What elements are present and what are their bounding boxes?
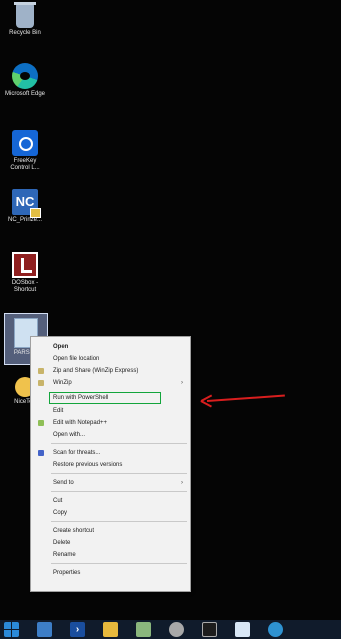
menu-restore-previous-versions[interactable]: Restore previous versions: [31, 459, 190, 471]
chevron-right-icon: ›: [181, 380, 183, 386]
dosbox-shortcut-label: DOSbox - Shortcut: [11, 280, 39, 293]
winzip-icon: [38, 368, 44, 374]
context-menu[interactable]: Open Open file location Zip and Share (W…: [30, 336, 191, 592]
menu-create-shortcut[interactable]: Create shortcut: [31, 525, 190, 537]
menu-open-label: Open: [53, 344, 69, 350]
annotation-arrow-shaft: [206, 394, 285, 402]
menu-cut[interactable]: Cut: [31, 495, 190, 507]
menu-open-file-location[interactable]: Open file location: [31, 353, 190, 365]
chevron-right-icon: ›: [181, 480, 183, 486]
freekey-control-icon[interactable]: FreeKey Control L...: [4, 130, 46, 172]
menu-separator: [51, 473, 187, 474]
winzip-icon: [38, 380, 44, 386]
annotation-arrow: [200, 392, 286, 412]
edge-icon[interactable]: [268, 622, 283, 637]
microsoft-edge-label: Microsoft Edge: [4, 91, 46, 97]
notepadpp-icon: [38, 420, 44, 426]
menu-edit-with-notepadpp-label: Edit with Notepad++: [53, 420, 108, 426]
menu-open-with[interactable]: Open with...: [31, 429, 190, 441]
menu-edit-label: Edit: [53, 408, 64, 414]
menu-rename[interactable]: Rename: [31, 549, 190, 561]
powershell-glyph: ›: [75, 624, 80, 635]
nc-shortcut-icon[interactable]: NC NC_Prinze...: [4, 189, 46, 224]
recycle-bin-label: Recycle Bin: [9, 30, 41, 36]
menu-delete[interactable]: Delete: [31, 537, 190, 549]
desktop[interactable]: Recycle Bin Microsoft Edge FreeKey Contr…: [0, 0, 341, 620]
menu-delete-label: Delete: [53, 540, 71, 546]
menu-winzip[interactable]: WinZip ›: [31, 377, 190, 389]
shield-icon: [38, 450, 44, 456]
menu-restore-previous-versions-label: Restore previous versions: [53, 462, 123, 468]
menu-open-with-label: Open with...: [53, 432, 86, 438]
recycle-bin-icon[interactable]: Recycle Bin: [4, 2, 46, 37]
freekey-control-label: FreeKey Control L...: [10, 158, 40, 171]
menu-separator: [51, 521, 187, 522]
nc-shortcut-label: NC_Prinze...: [7, 217, 42, 223]
taskbar[interactable]: ›: [0, 620, 341, 639]
file-explorer-icon[interactable]: [37, 622, 52, 637]
edge-logo-icon: [12, 63, 38, 89]
menu-copy-label: Copy: [53, 510, 68, 516]
menu-run-with-powershell-label: Run with PowerShell: [53, 395, 109, 401]
powershell-icon[interactable]: ›: [70, 622, 85, 637]
menu-scan-for-threats[interactable]: Scan for threats...: [31, 447, 190, 459]
menu-separator: [51, 563, 187, 564]
menu-zip-and-share-label: Zip and Share (WinZip Express): [53, 368, 139, 374]
microsoft-edge-icon[interactable]: Microsoft Edge: [4, 63, 46, 98]
start-icon[interactable]: [4, 622, 19, 637]
dosbox-shortcut-icon[interactable]: DOSbox - Shortcut: [4, 252, 46, 294]
menu-scan-for-threats-label: Scan for threats...: [53, 450, 101, 456]
menu-separator: [51, 491, 187, 492]
menu-zip-and-share[interactable]: Zip and Share (WinZip Express): [31, 365, 190, 377]
notepad-icon[interactable]: [235, 622, 250, 637]
nc-logo-icon: NC: [12, 189, 41, 218]
recycle-bin-image: [14, 2, 36, 28]
menu-create-shortcut-label: Create shortcut: [53, 528, 95, 534]
menu-edit-with-notepadpp[interactable]: Edit with Notepad++: [31, 417, 190, 429]
menu-winzip-label: WinZip: [53, 380, 72, 386]
tools-icon[interactable]: [169, 622, 184, 637]
menu-cut-label: Cut: [53, 498, 63, 504]
menu-edit[interactable]: Edit: [31, 405, 190, 417]
menu-open-file-location-label: Open file location: [53, 356, 100, 362]
menu-separator: [51, 443, 187, 444]
folder-icon[interactable]: [103, 622, 118, 637]
freekey-logo-icon: [12, 130, 38, 156]
menu-send-to[interactable]: Send to ›: [31, 477, 190, 489]
menu-run-with-powershell[interactable]: Run with PowerShell: [31, 392, 190, 404]
server-manager-icon[interactable]: [136, 622, 151, 637]
command-prompt-icon[interactable]: [202, 622, 217, 637]
menu-properties[interactable]: Properties: [31, 567, 190, 579]
menu-properties-label: Properties: [53, 570, 81, 576]
dosbox-logo-icon: [12, 252, 38, 278]
menu-open[interactable]: Open: [31, 341, 190, 353]
menu-send-to-label: Send to: [53, 480, 74, 486]
menu-rename-label: Rename: [53, 552, 76, 558]
menu-copy[interactable]: Copy: [31, 507, 190, 519]
